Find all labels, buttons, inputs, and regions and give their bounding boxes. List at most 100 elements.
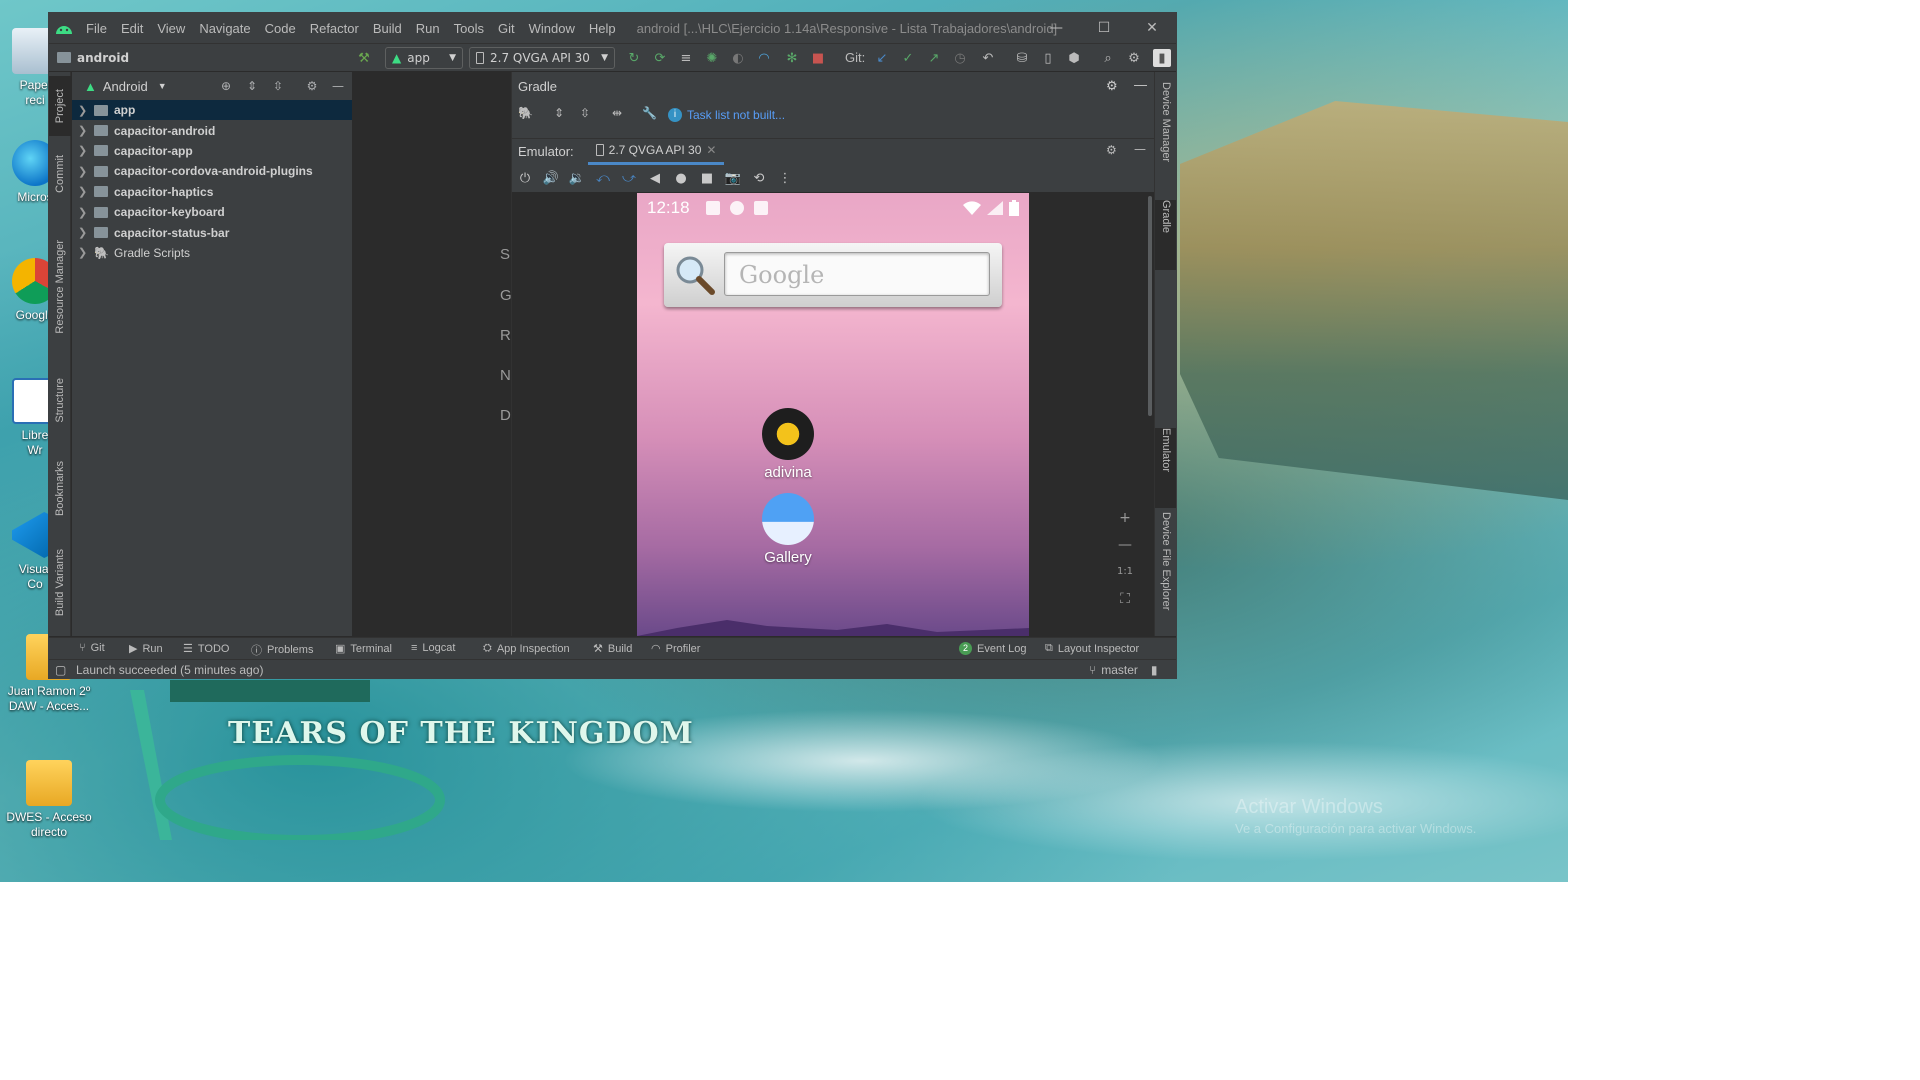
tool-layout-inspector[interactable]: ⧉ Layout Inspector	[1045, 642, 1139, 655]
zoom-in-button[interactable]: +	[1112, 504, 1138, 531]
zoom-actual-size-button[interactable]: 1:1	[1112, 558, 1138, 585]
tool-todo[interactable]: ☰ TODO	[183, 642, 229, 656]
tool-logcat[interactable]: ≡ Logcat	[411, 642, 455, 654]
run-config-select[interactable]: ▲ app ▼	[385, 47, 463, 69]
gear-icon[interactable]: ⚙	[1106, 143, 1117, 157]
tree-item-app[interactable]: ❯ app	[72, 100, 352, 121]
profile-icon[interactable]: ◠	[755, 49, 773, 67]
screenshot-icon[interactable]: 📷	[720, 171, 746, 186]
tree-item-capacitor-status-bar[interactable]: ❯ capacitor-status-bar	[72, 222, 352, 242]
home-icon[interactable]: ●	[668, 171, 694, 186]
tool-run[interactable]: ▶ Run	[129, 642, 163, 656]
minimize-button[interactable]: —	[1032, 13, 1080, 43]
tool-build[interactable]: ⚒ Build	[593, 642, 632, 656]
stop-icon[interactable]: ■	[809, 49, 827, 67]
hammer-build-icon[interactable]: ⚒	[355, 49, 373, 67]
tool-git[interactable]: ⑂ Git	[79, 642, 105, 654]
debug-icon[interactable]: ✺	[703, 49, 721, 67]
menu-code[interactable]: Code	[258, 21, 303, 36]
tab-device-manager[interactable]: Device Manager	[1155, 82, 1176, 192]
menu-tools[interactable]: Tools	[447, 21, 491, 36]
menu-run[interactable]: Run	[409, 21, 447, 36]
tree-item-capacitor-haptics[interactable]: ❯ capacitor-haptics	[72, 182, 352, 202]
rotate-right-icon[interactable]: ⤻	[616, 171, 642, 186]
back-icon[interactable]: ◀	[642, 171, 668, 186]
expand-all-icon[interactable]: ⇕	[554, 106, 564, 120]
toggle-offline-icon[interactable]: ⇹	[612, 106, 622, 120]
gear-icon[interactable]: ⚙	[304, 78, 320, 94]
tab-build-variants[interactable]: Build Variants	[49, 538, 71, 628]
search-icon[interactable]: ⌕	[1099, 49, 1117, 67]
menu-build[interactable]: Build	[366, 21, 409, 36]
menu-git[interactable]: Git	[491, 21, 522, 36]
tab-bookmarks[interactable]: Bookmarks	[49, 446, 71, 532]
gear-icon[interactable]: ⚙	[1125, 49, 1143, 67]
git-push-icon[interactable]: ↗	[925, 49, 943, 67]
menu-navigate[interactable]: Navigate	[192, 21, 257, 36]
tree-item-capacitor-android[interactable]: ❯ capacitor-android	[72, 120, 352, 140]
zoom-out-button[interactable]: —	[1112, 531, 1138, 558]
collapse-all-icon[interactable]: ⇳	[580, 106, 590, 120]
google-search-input[interactable]: Google	[724, 252, 990, 296]
rerun-list-icon[interactable]: ≡	[677, 49, 695, 67]
git-history-icon[interactable]: ◷	[951, 49, 969, 67]
menu-edit[interactable]: Edit	[114, 21, 150, 36]
phone-screen[interactable]: 12:18 Google adivina Gallery	[637, 193, 1029, 636]
tree-item-capacitor-app[interactable]: ❯ capacitor-app	[72, 141, 352, 161]
tool-problems[interactable]: ⓘ Problems	[251, 642, 313, 658]
tool-profiler[interactable]: ◠ Profiler	[651, 642, 700, 656]
tab-emulator[interactable]: Emulator	[1155, 428, 1176, 508]
panel-toggle-icon[interactable]: ▢	[55, 663, 66, 677]
tab-resource-manager[interactable]: Resource Manager	[49, 222, 71, 352]
user-avatar-icon[interactable]: ▮	[1153, 49, 1171, 67]
volume-down-icon[interactable]: 🔉	[564, 171, 590, 186]
google-search-widget[interactable]: Google	[664, 243, 1002, 307]
more-options-icon[interactable]: ⋮	[772, 171, 798, 186]
tree-item-capacitor-keyboard[interactable]: ❯ capacitor-keyboard	[72, 202, 352, 222]
emulator-device-tab[interactable]: 2.7 QVGA API 30 ✕	[587, 139, 725, 165]
git-rollback-icon[interactable]: ↶	[979, 49, 997, 67]
menu-window[interactable]: Window	[522, 21, 582, 36]
tab-gradle[interactable]: Gradle	[1155, 200, 1176, 270]
close-tab-icon[interactable]: ✕	[706, 143, 716, 157]
gear-icon[interactable]: ⚙	[1106, 78, 1118, 94]
hide-panel-icon[interactable]: —	[1134, 142, 1146, 156]
git-commit-icon[interactable]: ✓	[899, 49, 917, 67]
menu-help[interactable]: Help	[582, 21, 623, 36]
tab-structure[interactable]: Structure	[49, 362, 71, 438]
project-breadcrumb[interactable]: android	[57, 51, 129, 65]
menu-refactor[interactable]: Refactor	[303, 21, 366, 36]
device-select[interactable]: 2.7 QVGA API 30 ▼	[469, 47, 615, 69]
menu-file[interactable]: File	[79, 21, 114, 36]
attach-debugger-icon[interactable]: ✻	[783, 49, 801, 67]
tab-device-file-explorer[interactable]: Device File Explorer	[1155, 512, 1176, 632]
device-manager-icon[interactable]: ▯	[1039, 49, 1057, 67]
zoom-fit-button[interactable]: ⛶	[1112, 585, 1138, 612]
snapshot-icon[interactable]: ⟲	[746, 171, 772, 186]
close-button[interactable]: ✕	[1128, 13, 1176, 43]
desktop-icon-folder-dwes[interactable]: DWES - Acceso directo	[6, 760, 92, 840]
adivina-app[interactable]: adivina	[748, 408, 828, 481]
wrench-icon[interactable]: 🔧	[642, 106, 657, 120]
git-branch-widget[interactable]: ⑂ master ▮	[1089, 663, 1158, 677]
tree-item-capacitor-cordova-android-plugins[interactable]: ❯ capacitor-cordova-android-plugins	[72, 161, 352, 181]
apply-changes-restart-icon[interactable]: ↻	[625, 49, 643, 67]
gallery-app[interactable]: Gallery	[748, 493, 828, 566]
tool-app-inspection[interactable]: ⛭ App Inspection	[483, 642, 570, 655]
task-list-not-built-link[interactable]: i Task list not built...	[668, 108, 785, 122]
overview-icon[interactable]: ■	[694, 171, 720, 186]
tab-project[interactable]: Project	[49, 76, 71, 136]
sdk-manager-icon[interactable]: ⬢	[1065, 49, 1083, 67]
locate-icon[interactable]: ⊕	[218, 78, 234, 94]
gradle-sync-icon[interactable]: ⛁	[1013, 49, 1031, 67]
collapse-all-icon[interactable]: ⇳	[270, 78, 286, 94]
project-view-select[interactable]: ▲ Android ▼	[84, 79, 167, 94]
tree-item-gradle-scripts[interactable]: ❯ 🐘 Gradle Scripts	[72, 243, 352, 263]
maximize-button[interactable]: ☐	[1080, 13, 1128, 43]
apply-code-changes-icon[interactable]: ⟳	[651, 49, 669, 67]
power-icon[interactable]: ⏻	[512, 171, 538, 186]
rotate-left-icon[interactable]: ⤺	[590, 171, 616, 186]
menu-view[interactable]: View	[150, 21, 192, 36]
coverage-icon[interactable]: ◐	[729, 49, 747, 67]
git-update-icon[interactable]: ↙	[873, 49, 891, 67]
